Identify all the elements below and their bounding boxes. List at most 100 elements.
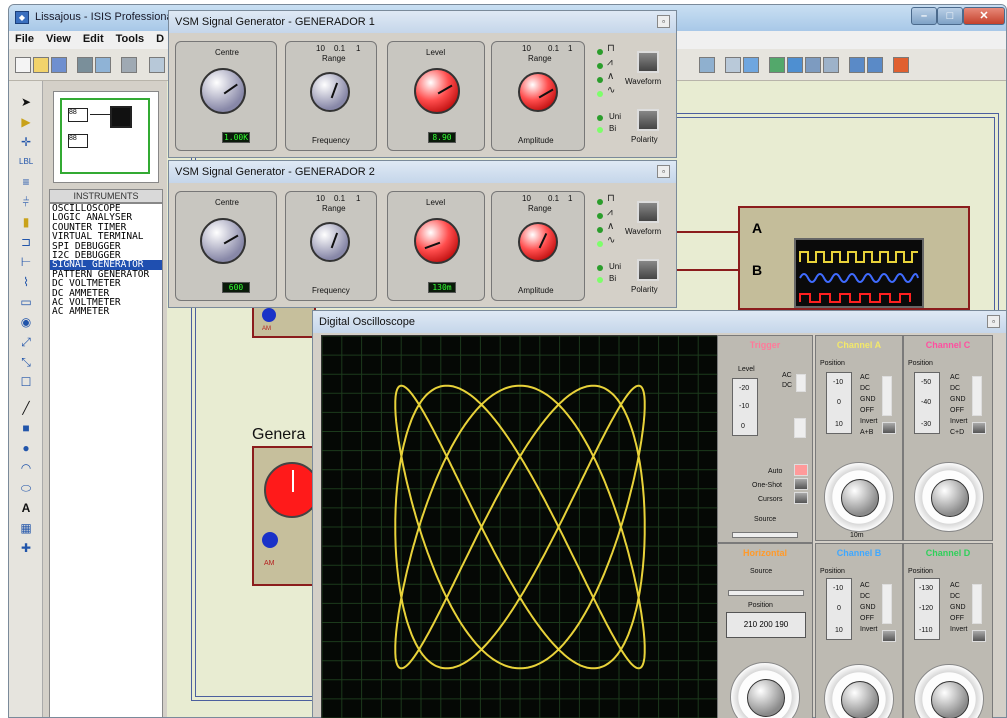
probe-icon[interactable]: ⤢	[19, 335, 33, 349]
invert-button[interactable]	[972, 422, 986, 434]
search-icon[interactable]	[725, 57, 741, 73]
coupling-switch[interactable]	[882, 376, 892, 416]
instrument-list-item[interactable]: DC VOLTMETER	[50, 279, 162, 288]
oscilloscope-title-bar[interactable]: Digital Oscilloscope	[313, 311, 1006, 333]
text-icon[interactable]: A	[19, 501, 33, 515]
text-script-icon[interactable]: ≡	[19, 175, 33, 189]
generator-title-bar[interactable]: VSM Signal Generator - GENERADOR 1	[169, 11, 676, 33]
channel-d-position-slider[interactable]: -130 -120 -110	[914, 578, 940, 640]
channel-c-volts-dial[interactable]	[914, 462, 984, 532]
horizontal-source-slider[interactable]	[728, 590, 804, 596]
box-icon[interactable]: ■	[19, 421, 33, 435]
amplitude-range-knob[interactable]	[518, 222, 558, 262]
tool-icon-6[interactable]	[823, 57, 839, 73]
channel-b-volts-dial[interactable]	[824, 664, 894, 718]
waveform-button[interactable]	[637, 201, 659, 223]
menu-edit[interactable]: Edit	[77, 31, 110, 45]
level-knob[interactable]	[414, 68, 460, 114]
minimize-button[interactable]: –	[911, 7, 937, 25]
pin-icon[interactable]: ⊢	[19, 255, 33, 269]
polarity-button[interactable]	[637, 259, 659, 281]
circle-icon[interactable]: ●	[19, 441, 33, 455]
menu-view[interactable]: View	[40, 31, 77, 45]
overview-preview[interactable]: 88 88	[53, 91, 159, 183]
generator-title-bar[interactable]: VSM Signal Generator - GENERADOR 2	[169, 161, 676, 183]
maximize-button[interactable]: □	[937, 7, 963, 25]
polarity-button[interactable]	[637, 109, 659, 131]
instrument-list-item[interactable]: OSCILLOSCOPE	[50, 204, 162, 213]
instrument-list-item[interactable]: I2C DEBUGGER	[50, 251, 162, 260]
frequency-range-knob[interactable]	[310, 72, 350, 112]
tape-icon[interactable]: ▭	[19, 295, 33, 309]
generator-window-button[interactable]: ▫	[657, 15, 670, 28]
trigger-source-slider[interactable]	[732, 532, 798, 538]
save-icon[interactable]	[51, 57, 67, 73]
cursors-button[interactable]	[794, 492, 808, 504]
instrument-list-item[interactable]: DC AMMETER	[50, 289, 162, 298]
channel-a-volts-dial[interactable]	[824, 462, 894, 532]
oscilloscope-component[interactable]: A B	[738, 206, 970, 310]
current-probe-icon[interactable]: ⤡	[19, 355, 33, 369]
generator-window-button[interactable]: ▫	[657, 165, 670, 178]
oscilloscope-window-button[interactable]: ▫	[987, 315, 1000, 328]
menu-tools[interactable]: Tools	[110, 31, 151, 45]
auto-button[interactable]	[794, 464, 808, 476]
coupling-switch[interactable]	[882, 584, 892, 624]
instrument-list-item[interactable]: AC VOLTMETER	[50, 298, 162, 307]
instrument-icon[interactable]: ☐	[19, 375, 33, 389]
close-button[interactable]: ✕	[963, 7, 1005, 25]
tool-icon-1[interactable]	[699, 57, 715, 73]
tool-icon-5[interactable]	[805, 57, 821, 73]
tool-icon-8[interactable]	[867, 57, 883, 73]
component-icon[interactable]: ▶	[19, 115, 33, 129]
horizontal-position-slider[interactable]: 210 200 190	[726, 612, 806, 638]
print-icon[interactable]	[121, 57, 137, 73]
line-icon[interactable]: ╱	[19, 401, 33, 415]
label-icon[interactable]: LBL	[19, 155, 33, 169]
symbol-icon[interactable]: ▦	[19, 521, 33, 535]
one-shot-button[interactable]	[794, 478, 808, 490]
subcircuit-icon[interactable]: ▮	[19, 215, 33, 229]
channel-a-position-slider[interactable]: -10 0 10	[826, 372, 852, 434]
centre-knob[interactable]	[200, 218, 246, 264]
open-folder-icon[interactable]	[33, 57, 49, 73]
level-knob[interactable]	[414, 218, 460, 264]
menu-file[interactable]: File	[9, 31, 40, 45]
instruments-list[interactable]: OSCILLOSCOPE LOGIC ANALYSER COUNTER TIMER V…	[49, 203, 163, 717]
graph-icon[interactable]: ⌇	[19, 275, 33, 289]
area-icon[interactable]	[149, 57, 165, 73]
instrument-list-item[interactable]: VIRTUAL TERMINAL	[50, 232, 162, 241]
bus-icon[interactable]: ⫩	[19, 195, 33, 209]
marker-icon[interactable]: ✚	[19, 541, 33, 555]
path-icon[interactable]: ⬭	[19, 481, 33, 495]
tool-icon-9[interactable]	[893, 57, 909, 73]
coupling-switch[interactable]	[972, 584, 982, 624]
import-icon[interactable]	[77, 57, 93, 73]
tool-icon-4[interactable]	[787, 57, 803, 73]
instrument-list-item[interactable]: SPI DEBUGGER	[50, 242, 162, 251]
junction-icon[interactable]: ✛	[19, 135, 33, 149]
instrument-list-item[interactable]: PATTERN GENERATOR	[50, 270, 162, 279]
pointer-icon[interactable]: ➤	[19, 95, 33, 109]
channel-c-position-slider[interactable]: -50 -40 -30	[914, 372, 940, 434]
instrument-list-item[interactable]: COUNTER TIMER	[50, 223, 162, 232]
channel-d-volts-dial[interactable]	[914, 664, 984, 718]
channel-b-position-slider[interactable]: -10 0 10	[826, 578, 852, 640]
instrument-list-item[interactable]: LOGIC ANALYSER	[50, 213, 162, 222]
arc-icon[interactable]: ◠	[19, 461, 33, 475]
timebase-dial[interactable]	[730, 662, 800, 718]
frequency-range-knob[interactable]	[310, 222, 350, 262]
amplitude-range-knob[interactable]	[518, 72, 558, 112]
trigger-level-slider[interactable]: -20 -10 0	[732, 378, 758, 436]
export-icon[interactable]	[95, 57, 111, 73]
coupling-switch[interactable]	[972, 376, 982, 416]
terminal-icon[interactable]: ⊐	[19, 235, 33, 249]
invert-button[interactable]	[972, 630, 986, 642]
centre-knob[interactable]	[200, 68, 246, 114]
new-file-icon[interactable]	[15, 57, 31, 73]
generator-icon[interactable]: ◉	[19, 315, 33, 329]
invert-button[interactable]	[882, 630, 896, 642]
tool-icon-3[interactable]	[769, 57, 785, 73]
trigger-edge-switch[interactable]	[794, 418, 806, 438]
invert-button[interactable]	[882, 422, 896, 434]
